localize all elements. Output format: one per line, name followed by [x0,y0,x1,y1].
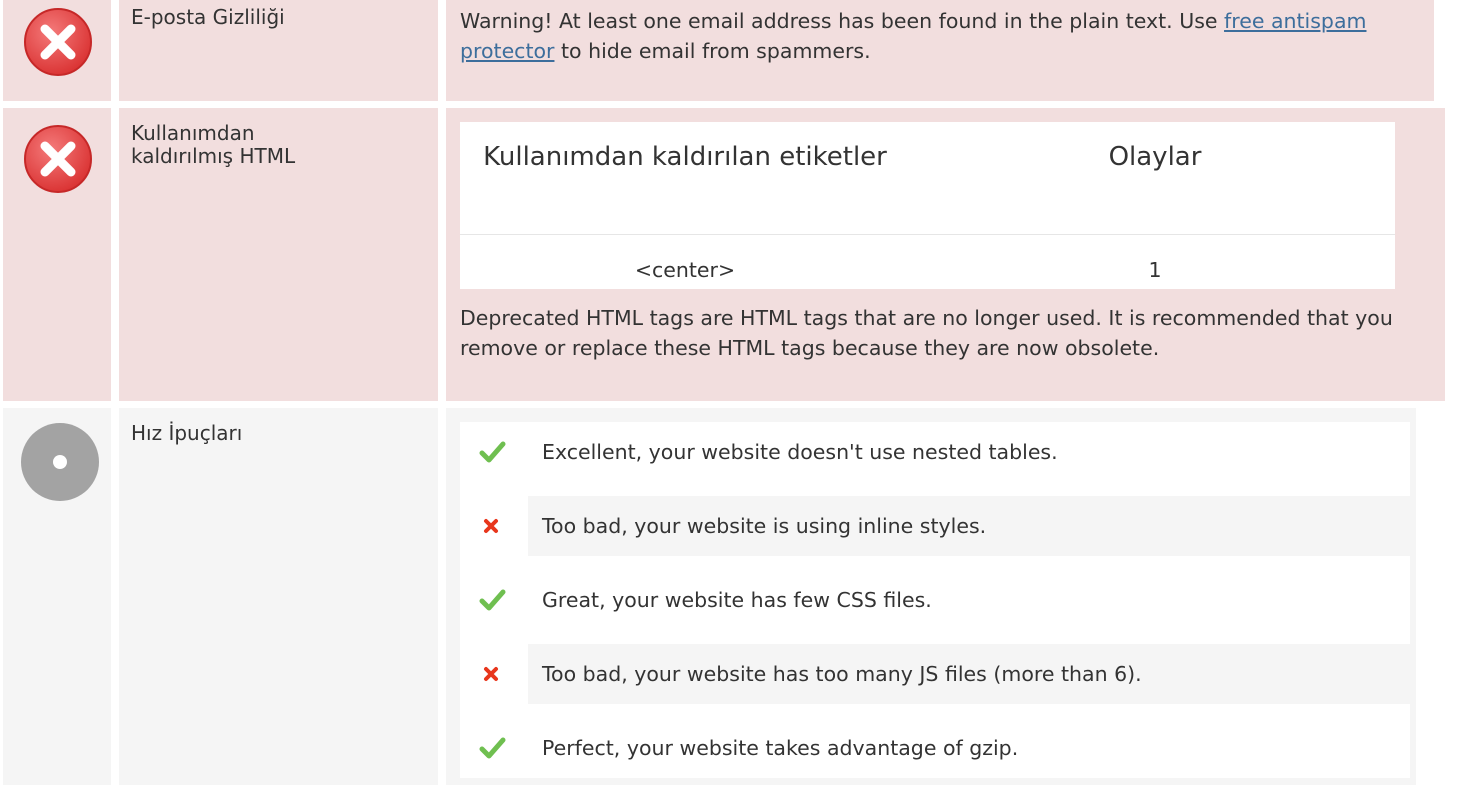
list-item: Great, your website has few CSS files. [460,570,1410,630]
tip-text: Too bad, your website is using inline st… [528,496,1410,556]
speed-tips-list: Excellent, your website doesn't use nest… [460,422,1410,778]
content-cell: Excellent, your website doesn't use nest… [446,408,1416,785]
status-cell [3,0,111,101]
check-icon [460,422,522,482]
list-item: Too bad, your website has too many JS fi… [460,644,1410,704]
deprecated-html-row: Kullanımdan kaldırılmış HTML Kullanımdan… [0,108,1459,401]
status-cell [3,408,111,785]
neutral-dot-icon [21,423,99,501]
label-cell: Hız İpuçları [119,408,438,785]
row-label: Kullanımdan kaldırılmış HTML [131,122,295,168]
email-warning-text: Warning! At least one email address has … [460,6,1420,66]
warning-text-before: Warning! At least one email address has … [460,9,1225,33]
table-cell-count: 1 [1148,258,1162,282]
tip-text: Too bad, your website has too many JS fi… [528,644,1410,704]
label-cell: Kullanımdan kaldırılmış HTML [119,108,438,401]
tip-text: Excellent, your website doesn't use nest… [542,440,1058,464]
status-cell [3,108,111,401]
row-label: Hız İpuçları [131,421,243,445]
deprecated-tags-table: Kullanımdan kaldırılan etiketler Olaylar… [460,122,1395,289]
table-header-occurrences: Olaylar [1108,142,1202,172]
table-cell-tag: <center> [634,258,736,282]
speed-tips-row: Hız İpuçları Excellent, your website doe… [0,408,1459,785]
list-item: Excellent, your website doesn't use nest… [460,422,1410,482]
row-label: E-posta Gizliliği [131,5,285,29]
check-icon [460,570,522,630]
table-divider [460,234,1395,235]
row-label-line1: Kullanımdan [131,121,255,145]
email-privacy-row: E-posta Gizliliği Warning! At least one … [0,0,1459,101]
error-x-icon [24,125,92,193]
error-x-icon [24,8,92,76]
check-icon [460,718,522,778]
deprecated-description: Deprecated HTML tags are HTML tags that … [460,306,1393,360]
cross-icon [460,644,522,704]
content-cell: Kullanımdan kaldırılan etiketler Olaylar… [446,108,1445,401]
list-item: Perfect, your website takes advantage of… [460,718,1410,778]
cross-icon [460,496,522,556]
content-cell: Warning! At least one email address has … [446,0,1434,101]
list-item: Too bad, your website is using inline st… [460,496,1410,556]
tip-text: Great, your website has few CSS files. [542,588,932,612]
table-header-tags: Kullanımdan kaldırılan etiketler [483,142,887,172]
warning-text-after: to hide email from spammers. [554,39,871,63]
label-cell: E-posta Gizliliği [119,0,438,101]
row-label-line2: kaldırılmış HTML [131,144,296,168]
tip-text: Perfect, your website takes advantage of… [542,736,1019,760]
